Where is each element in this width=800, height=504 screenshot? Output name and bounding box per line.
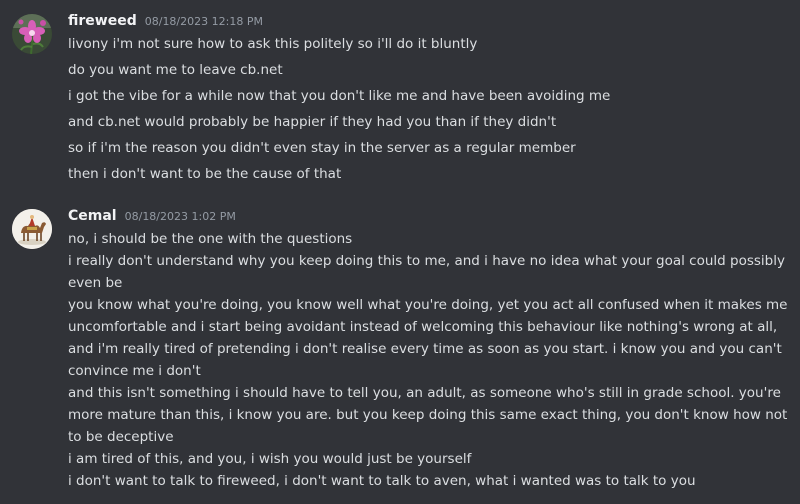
timestamp[interactable]: 08/18/2023 12:18 PM [145,15,263,28]
message-text: i don't want to talk to fireweed, i don'… [68,473,696,489]
message-list: fireweed 08/18/2023 12:18 PM livony i'm … [0,0,800,504]
message-text: so if i'm the reason you didn't even sta… [68,140,576,156]
message-text: i got the vibe for a while now that you … [68,88,611,104]
message-text: do you want me to leave cb.net [68,62,283,78]
message-text: and this isn't something i should have t… [68,385,788,445]
camel-avatar-icon [12,209,52,249]
message-text: then i don't want to be the cause of tha… [68,166,342,182]
username[interactable]: fireweed [68,13,137,29]
avatar[interactable] [12,14,52,54]
pink-flower-avatar-icon [12,14,52,54]
message-text: i am tired of this, and you, i wish you … [68,451,472,467]
timestamp[interactable]: 08/18/2023 1:02 PM [125,210,236,223]
message-text: i really don't understand why you keep d… [68,253,785,291]
message-text: livony i'm not sure how to ask this poli… [68,36,478,52]
username[interactable]: Cemal [68,208,117,224]
avatar[interactable] [12,209,52,249]
message-text: you know what you're doing, you know wel… [68,297,788,379]
message-header: Cemal 08/18/2023 1:02 PM [68,208,236,228]
message-text: and cb.net would probably be happier if … [68,114,557,130]
message-header: fireweed 08/18/2023 12:18 PM [68,13,263,33]
message-text: no, i should be the one with the questio… [68,231,353,247]
